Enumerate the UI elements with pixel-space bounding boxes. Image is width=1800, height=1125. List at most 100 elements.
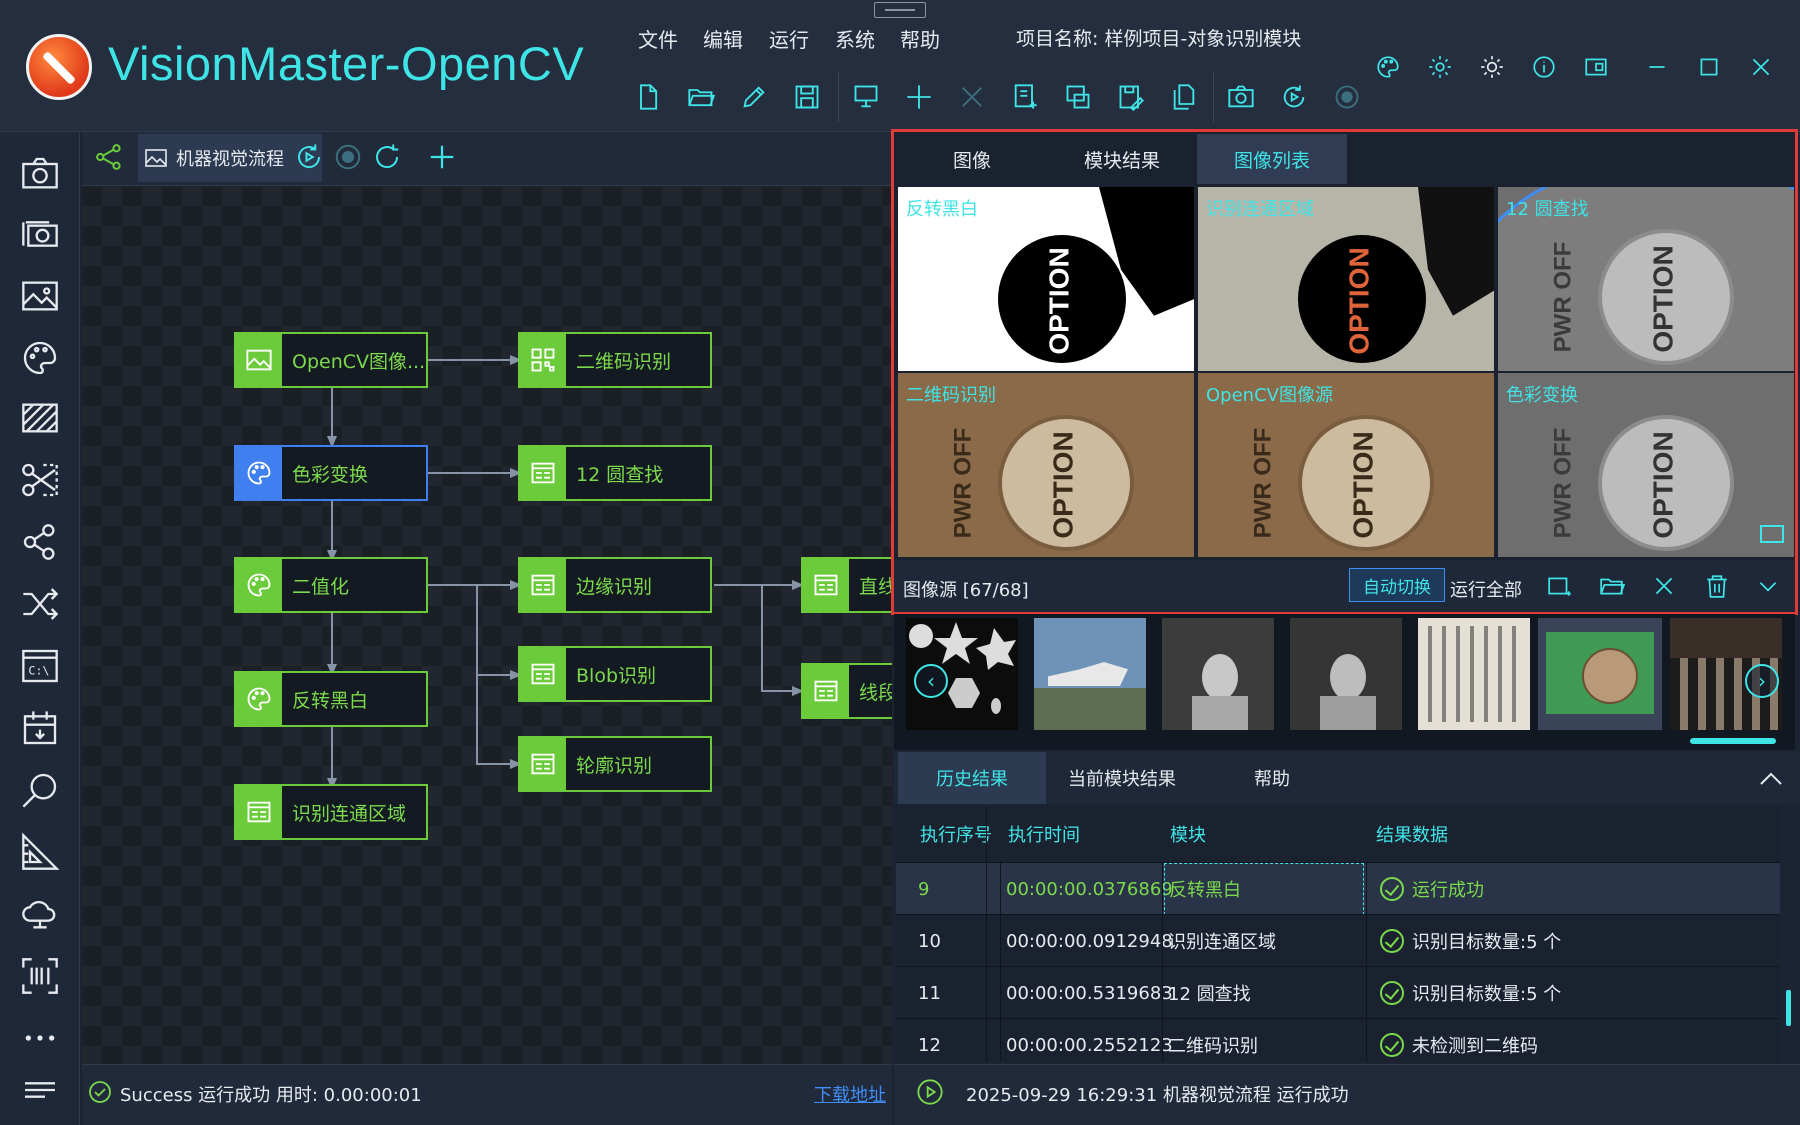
record-icon[interactable] [1332,82,1362,112]
flow-node-edge-detect[interactable]: 边缘识别 [518,557,712,613]
thumb-qr[interactable]: OPTION PWR OFF 二维码识别 [898,373,1194,557]
save-icon[interactable] [792,82,822,112]
nodes-icon[interactable] [18,520,62,564]
chevron-up-icon[interactable] [1756,764,1786,794]
open-folder-icon[interactable] [686,82,716,112]
tab-help[interactable]: 帮助 [1198,752,1346,804]
results-table: 执行序号 执行时间 模块 结果数据 9 00:00:00.0376869 反转黑… [896,806,1780,1062]
film-statue-2[interactable] [1290,618,1402,730]
flow-node-binarize[interactable]: 二值化 [234,557,428,613]
menu-help[interactable]: 帮助 [900,24,940,53]
flow-node-circle-find[interactable]: 12 圆查找 [518,445,712,501]
edit-pencil-icon[interactable] [739,82,769,112]
table-row[interactable]: 12 00:00:00.2552123 二维码识别 未检测到二维码 [896,1018,1780,1062]
film-option-button-selected[interactable] [1538,618,1662,730]
monitor-icon[interactable] [1579,50,1613,84]
table-row[interactable]: 10 00:00:00.0912948 识别连通区域 识别目标数量:5 个 [896,914,1780,966]
camera-icon[interactable] [1226,82,1256,112]
gear-icon[interactable] [1423,50,1457,84]
multi-camera-icon[interactable] [18,212,62,256]
flow-node-invert[interactable]: 反转黑白 [234,671,428,727]
close-icon[interactable] [957,82,987,112]
brightness-icon[interactable] [1475,50,1509,84]
download-link[interactable]: 下载地址 [814,1081,886,1107]
info-icon[interactable] [1527,50,1561,84]
document-add-icon[interactable] [1010,82,1040,112]
menu-run[interactable]: 运行 [769,24,809,53]
calendar-icon[interactable] [18,706,62,750]
results-scrollbar[interactable] [1786,990,1791,1026]
run-all-button[interactable]: 运行全部 [1450,576,1522,602]
film-shuttle[interactable] [1034,618,1146,730]
menu-icon[interactable] [18,1068,62,1112]
chevron-right-icon[interactable]: › [1745,664,1779,698]
tab-current-module-results[interactable]: 当前模块结果 [1048,752,1196,804]
menu-file[interactable]: 文件 [638,24,678,53]
trash-icon[interactable] [1701,570,1733,602]
flow-node-qr-recognition[interactable]: 二维码识别 [518,332,712,388]
table-row[interactable]: 11 00:00:00.5319683 12 圆查找 识别目标数量:5 个 [896,966,1780,1018]
run-once-icon[interactable] [294,142,324,172]
filmstrip-scrollbar[interactable] [1690,738,1776,744]
palette-icon[interactable] [1371,50,1405,84]
flow-node-blob[interactable]: Blob识别 [518,646,712,702]
texture-icon[interactable] [18,396,62,440]
duplicate-icon[interactable] [1169,82,1199,112]
open-folder-icon[interactable] [1596,570,1628,602]
close-icon[interactable] [1744,50,1778,84]
close-icon[interactable] [1648,570,1680,602]
add-icon[interactable] [904,82,934,112]
thumb-invert[interactable]: OPTION 反转黑白 [898,187,1194,371]
flow-node-line[interactable]: 直线 [801,557,892,613]
tab-image[interactable]: 图像 [897,134,1047,184]
cloud-monitor-icon[interactable] [18,892,62,936]
tab-module-result[interactable]: 模块结果 [1047,134,1197,184]
flow-node-color-transform[interactable]: 色彩变换 [234,445,428,501]
add-image-icon[interactable] [1544,570,1576,602]
flow-node-connected-region[interactable]: 识别连通区域 [234,784,428,840]
camera-icon[interactable] [18,152,62,196]
drag-handle[interactable] [874,2,926,18]
copy-window-icon[interactable] [1063,82,1093,112]
scissors-icon[interactable] [18,458,62,502]
shuffle-icon[interactable] [18,582,62,626]
scan-icon[interactable] [18,954,62,998]
new-file-icon[interactable] [633,82,663,112]
tab-image-list[interactable]: 图像列表 [1197,134,1347,184]
flow-node-segment[interactable]: 线段 [801,663,892,719]
fullscreen-icon[interactable] [1760,525,1784,543]
tab-history-results[interactable]: 历史结果 [898,752,1046,804]
table-row[interactable]: 9 00:00:00.0376869 反转黑白 运行成功 [896,862,1780,915]
column-header: 模块 [1170,825,1206,846]
maximize-icon[interactable] [1692,50,1726,84]
flow-node-contour[interactable]: 轮廓识别 [518,736,712,792]
share-nodes-icon[interactable] [94,142,124,172]
film-text-document[interactable] [1418,618,1530,730]
toolbar-divider [838,72,839,122]
add-flow-icon[interactable] [427,142,457,172]
image-icon[interactable] [18,274,62,318]
more-icon[interactable] [18,1016,62,1060]
flow-canvas[interactable]: OpenCV图像... 二维码识别 色彩变换 12 圆查找 二值化 边缘识别 直… [82,186,892,1064]
terminal-icon[interactable]: C:\ [18,644,62,688]
chevron-down-icon[interactable] [1752,570,1784,602]
replay-icon[interactable] [1279,82,1309,112]
minimize-icon[interactable] [1640,50,1674,84]
monitor-icon[interactable] [851,82,881,112]
thumb-circle-find[interactable]: OPTION PWR OFF 12 圆查找 [1498,187,1794,371]
chevron-left-icon[interactable]: ‹ [914,664,948,698]
auto-switch-button[interactable]: 自动切换 [1349,568,1445,602]
menu-system[interactable]: 系统 [835,24,875,53]
thumb-connected-region[interactable]: OPTION 识别连通区域 [1198,187,1494,371]
measure-icon[interactable] [18,830,62,874]
record-icon[interactable] [333,142,363,172]
save-edit-icon[interactable] [1116,82,1146,112]
thumb-opencv-source[interactable]: OPTION PWR OFF OpenCV图像源 [1198,373,1494,557]
search-icon[interactable] [18,768,62,812]
refresh-icon[interactable] [372,142,402,172]
film-statue-1[interactable] [1162,618,1274,730]
menu-edit[interactable]: 编辑 [703,24,743,53]
thumb-color-transform[interactable]: OPTION PWR OFF 色彩变换 [1498,373,1794,557]
flow-node-opencv-source[interactable]: OpenCV图像... [234,332,428,388]
palette-icon[interactable] [18,336,62,380]
